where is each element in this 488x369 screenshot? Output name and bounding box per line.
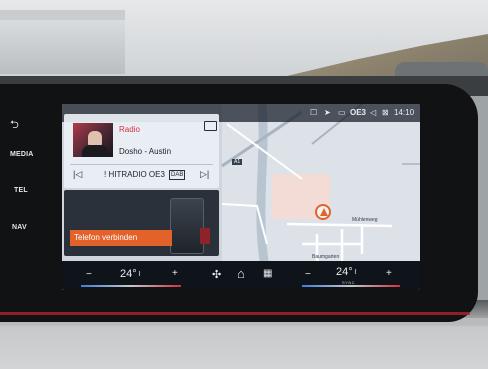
connect-phone-button[interactable]: Telefon verbinden xyxy=(70,230,172,246)
map-street-label: Mühlenweg xyxy=(352,217,378,223)
grid-icon[interactable]: ▦ xyxy=(263,268,272,279)
right-temperature[interactable]: 24° xyxy=(336,266,353,278)
folder-icon[interactable] xyxy=(204,121,217,131)
phone-icon: ☐ xyxy=(310,108,318,117)
media-source-label: Radio xyxy=(119,125,140,134)
road-number-badge: A1 xyxy=(232,159,243,165)
media-divider xyxy=(70,164,213,165)
mail-icon: ⊠ xyxy=(382,108,389,117)
status-time: 14:10 xyxy=(394,108,415,117)
side-key-nav[interactable]: NAV xyxy=(12,224,27,231)
media-station-name: ! HITRADIO OE3 xyxy=(104,170,165,179)
seat-heat-icon[interactable]: ≀ xyxy=(138,269,141,278)
skip-previous-icon[interactable]: |◁ xyxy=(73,169,82,180)
back-arrow-icon[interactable]: ⮌ xyxy=(10,116,19,135)
album-art-figure xyxy=(82,145,108,157)
home-icon[interactable]: ⌂ xyxy=(237,266,245,281)
navigation-arrow-icon: ➤ xyxy=(324,108,331,117)
ambient-light-strip xyxy=(0,312,470,315)
left-temp-decrease-button[interactable]: − xyxy=(86,269,92,280)
vehicle-position-marker xyxy=(315,204,331,220)
map-street-label-2: Baumgarten xyxy=(312,254,340,260)
left-temperature[interactable]: 24° xyxy=(120,268,137,280)
phone-widget[interactable]: Telefon verbinden xyxy=(64,190,219,256)
dab-badge: DAB xyxy=(169,170,186,180)
radio-icon: ▭ xyxy=(338,108,346,117)
infotainment-screen: A1 Mühlenweg Baumgarten ☐ ➤ ▭ OE3 ◁ ⊠ 14… xyxy=(62,104,420,290)
status-radio-station: OE3 xyxy=(350,108,367,117)
right-temp-increase-button[interactable]: + xyxy=(386,268,392,279)
media-track-title: Dosho - Austin xyxy=(119,147,172,156)
navigation-arrow-icon xyxy=(320,208,328,216)
fan-icon[interactable]: ✣ xyxy=(212,268,221,281)
media-widget[interactable]: Radio Dosho - Austin |◁ ! HITRADIO OE3 D… xyxy=(64,114,219,188)
album-art xyxy=(73,123,113,157)
side-key-media[interactable]: MEDIA xyxy=(10,151,34,158)
left-temp-gradient xyxy=(81,285,181,287)
side-key-tel[interactable]: TEL xyxy=(14,187,28,194)
right-temp-decrease-button[interactable]: − xyxy=(305,269,311,280)
climate-bar: − 24° ≀ + ✣ ⌂ ▦ − 24° ≀ SYNC + xyxy=(62,261,420,290)
left-temp-increase-button[interactable]: + xyxy=(172,268,178,279)
building-roof xyxy=(0,10,125,20)
phone-accent xyxy=(200,228,210,244)
speaker-icon: ◁ xyxy=(370,108,377,117)
seat-heat-icon-right[interactable]: ≀ xyxy=(354,267,357,276)
smartphone-icon xyxy=(170,198,204,254)
right-temp-gradient xyxy=(302,285,400,287)
skip-next-icon[interactable]: ▷| xyxy=(200,169,209,180)
